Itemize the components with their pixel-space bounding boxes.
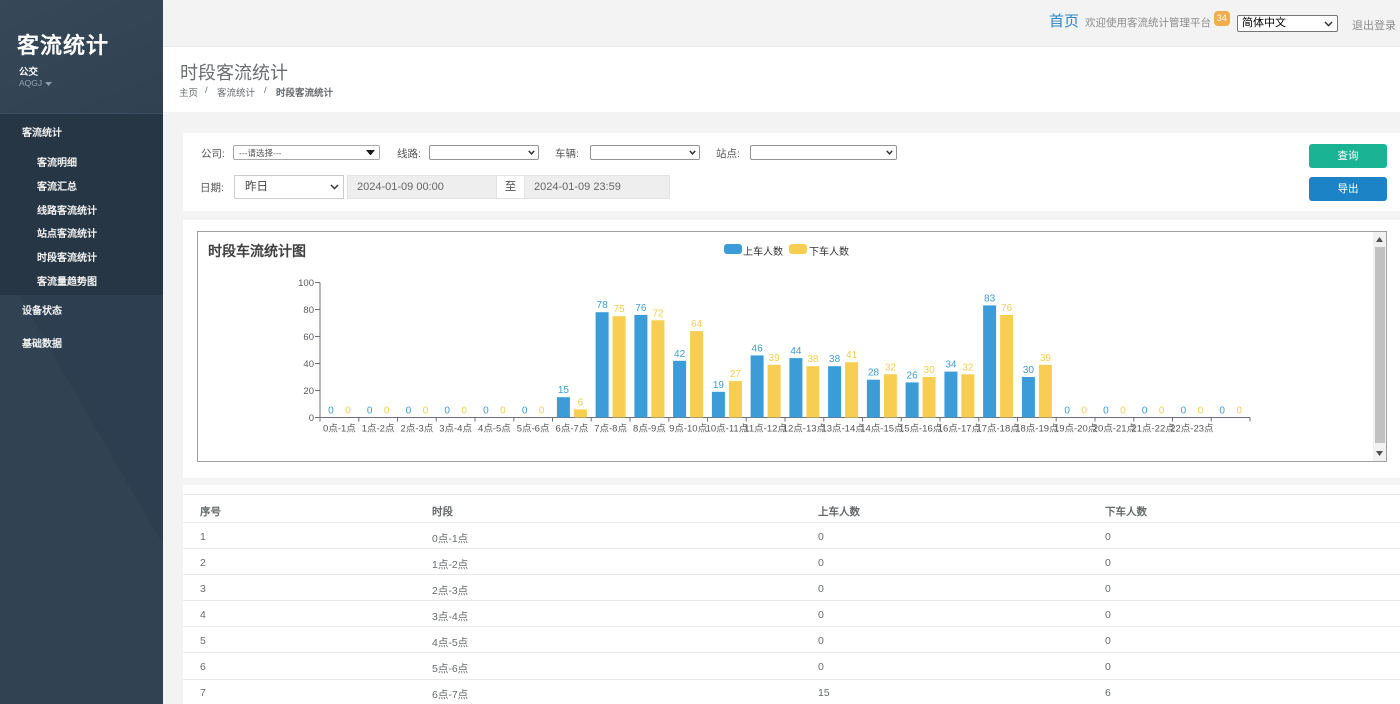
svg-text:42: 42 (674, 349, 686, 360)
svg-text:38: 38 (807, 354, 819, 365)
svg-text:30: 30 (924, 365, 936, 376)
svg-text:46: 46 (752, 343, 764, 354)
svg-text:17点-18点: 17点-18点 (976, 424, 1020, 435)
svg-text:0: 0 (500, 406, 506, 417)
svg-text:13点-14点: 13点-14点 (821, 424, 865, 435)
svg-text:76: 76 (1001, 303, 1013, 314)
svg-text:6点-7点: 6点-7点 (556, 424, 589, 435)
svg-text:0: 0 (384, 406, 390, 417)
svg-text:39: 39 (1040, 353, 1052, 364)
svg-text:0: 0 (328, 406, 334, 417)
svg-text:0: 0 (444, 406, 450, 417)
svg-text:0: 0 (1064, 406, 1070, 417)
svg-text:19: 19 (713, 380, 725, 391)
svg-text:0: 0 (309, 413, 314, 424)
svg-text:40: 40 (303, 359, 314, 370)
svg-text:0: 0 (1219, 406, 1225, 417)
svg-text:6: 6 (578, 397, 584, 408)
svg-text:27: 27 (730, 369, 742, 380)
svg-text:0: 0 (1103, 406, 1109, 417)
svg-text:0: 0 (483, 406, 489, 417)
svg-text:5点-6点: 5点-6点 (517, 424, 550, 435)
svg-text:0: 0 (1236, 406, 1242, 417)
svg-text:14点-15点: 14点-15点 (860, 424, 904, 435)
svg-text:44: 44 (790, 346, 802, 357)
svg-text:3点-4点: 3点-4点 (439, 424, 472, 435)
svg-text:4点-5点: 4点-5点 (478, 424, 511, 435)
svg-text:2点-3点: 2点-3点 (401, 424, 434, 435)
svg-text:0: 0 (423, 406, 429, 417)
svg-text:0: 0 (461, 406, 467, 417)
svg-text:0点-1点: 0点-1点 (323, 424, 356, 435)
svg-text:38: 38 (829, 354, 841, 365)
svg-text:75: 75 (614, 304, 626, 315)
svg-text:32: 32 (962, 362, 974, 373)
svg-text:21点-22点: 21点-22点 (1131, 424, 1175, 435)
svg-text:22点-23点: 22点-23点 (1170, 424, 1214, 435)
svg-text:0: 0 (539, 406, 545, 417)
svg-text:0: 0 (406, 406, 412, 417)
svg-text:80: 80 (303, 305, 314, 316)
svg-text:12点-13点: 12点-13点 (783, 424, 827, 435)
svg-text:41: 41 (846, 350, 858, 361)
svg-text:0: 0 (345, 406, 351, 417)
svg-text:18点-19点: 18点-19点 (1015, 424, 1059, 435)
svg-text:60: 60 (303, 332, 314, 343)
svg-text:32: 32 (885, 362, 897, 373)
svg-text:0: 0 (1159, 406, 1165, 417)
svg-text:16点-17点: 16点-17点 (938, 424, 982, 435)
svg-text:34: 34 (945, 360, 957, 371)
svg-text:7点-8点: 7点-8点 (594, 424, 627, 435)
svg-text:9点-10点: 9点-10点 (669, 424, 708, 435)
svg-text:78: 78 (597, 300, 609, 311)
svg-text:10点-11点: 10点-11点 (706, 424, 749, 435)
svg-text:26: 26 (907, 370, 919, 381)
svg-text:15: 15 (558, 385, 570, 396)
svg-text:1点-2点: 1点-2点 (362, 424, 395, 435)
svg-text:0: 0 (1181, 406, 1187, 417)
svg-text:83: 83 (984, 293, 996, 304)
svg-text:0: 0 (367, 406, 373, 417)
svg-text:20点-21点: 20点-21点 (1093, 424, 1137, 435)
svg-text:72: 72 (652, 308, 664, 319)
svg-text:100: 100 (298, 278, 314, 289)
svg-text:30: 30 (1023, 365, 1035, 376)
svg-text:8点-9点: 8点-9点 (633, 424, 666, 435)
svg-text:64: 64 (691, 319, 703, 330)
svg-text:19点-20点: 19点-20点 (1054, 424, 1098, 435)
svg-text:11点-12点: 11点-12点 (744, 424, 787, 435)
svg-text:0: 0 (1120, 406, 1126, 417)
svg-text:28: 28 (868, 368, 880, 379)
svg-text:20: 20 (303, 386, 314, 397)
svg-text:0: 0 (522, 406, 528, 417)
svg-text:0: 0 (1142, 406, 1148, 417)
svg-text:76: 76 (635, 303, 647, 314)
svg-text:15点-16点: 15点-16点 (899, 424, 943, 435)
svg-text:0: 0 (1081, 406, 1087, 417)
svg-text:39: 39 (769, 353, 781, 364)
svg-text:0: 0 (1198, 406, 1204, 417)
